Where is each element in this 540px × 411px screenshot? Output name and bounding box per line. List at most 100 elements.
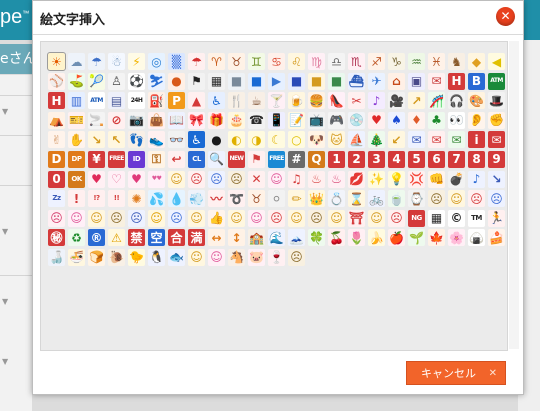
emoji-karaoke-icon[interactable]: ♪ [368, 92, 385, 110]
emoji-confounded-face-icon[interactable]: ☹ [308, 209, 325, 227]
emoji-number-0-icon[interactable]: 0 [48, 170, 65, 188]
emoji-arrow-back-icon[interactable]: ◀ [488, 53, 505, 70]
emoji-angry-face-icon[interactable]: ☹ [188, 170, 205, 188]
emoji-number-4-icon[interactable]: 4 [388, 150, 405, 168]
emoji-up-right-icon[interactable]: ↗ [408, 92, 425, 110]
emoji-return-icon[interactable]: ↩ [168, 150, 185, 168]
emoji-i-mode-mail-icon[interactable]: ✉ [488, 131, 505, 149]
emoji-ear-icon[interactable]: 👂 [468, 111, 485, 129]
emoji-clear-icon[interactable]: CL [188, 150, 205, 168]
emoji-fast-food-icon[interactable]: 🍔 [308, 92, 325, 110]
emoji-cherry-blossom-icon[interactable]: 🌸 [448, 229, 465, 247]
emoji-mobile-q-icon[interactable]: Q [308, 150, 325, 168]
emoji-runner-icon[interactable]: 🏃 [488, 209, 505, 227]
emoji-beauty-salon-icon[interactable]: ✂ [348, 92, 365, 110]
emoji-gas-station-icon[interactable]: ⛽ [148, 92, 165, 110]
emoji-cake-icon[interactable]: 🍰 [488, 229, 505, 247]
emoji-toilet-icon[interactable]: ♿ [208, 92, 225, 110]
emoji-paid-icon[interactable]: ¥ [88, 150, 105, 168]
emoji-full-moon-icon[interactable]: ○ [288, 131, 305, 149]
emoji-golf-icon[interactable]: ⛳ [68, 72, 85, 90]
emoji-new-icon[interactable]: NEW [228, 150, 245, 168]
emoji-shinkansen-icon[interactable]: ▶ [268, 72, 285, 90]
emoji-aries-icon[interactable]: ♈ [208, 53, 225, 70]
emoji-heart-icon[interactable]: ♥ [368, 111, 385, 129]
emoji-scorpio-icon[interactable]: ♏ [348, 53, 365, 70]
emoji-freedial-icon[interactable]: FREE [268, 150, 285, 168]
emoji-persevere-face-icon[interactable]: ☹ [108, 209, 125, 227]
emoji-leo-icon[interactable]: ♌ [288, 53, 305, 70]
emoji-dog-icon[interactable]: 🐶 [308, 131, 325, 149]
emoji-memo-icon[interactable]: 📝 [288, 111, 305, 129]
emoji-pouting-face-icon[interactable]: ☹ [48, 209, 65, 227]
emoji-shrine-icon[interactable]: ⛩ [348, 209, 365, 227]
emoji-tongue-face-icon[interactable]: ☺ [88, 209, 105, 227]
emoji-beating-heart-icon[interactable]: ♡ [108, 170, 125, 188]
emoji-birthday-icon[interactable]: 🎂 [228, 111, 245, 129]
emoji-smoking-icon[interactable]: 🚬 [88, 111, 105, 129]
emoji-tent-icon[interactable]: ⛺ [48, 111, 65, 129]
emoji-rv-icon[interactable]: ■ [308, 72, 325, 90]
emoji-watch-icon[interactable]: ⌚ [408, 190, 425, 208]
emoji-amusement-icon[interactable]: 🎢 [428, 92, 445, 110]
emoji-crescent-moon-icon[interactable]: ☾ [268, 131, 285, 149]
emoji-pass-icon[interactable]: 合 [168, 229, 185, 247]
emoji-fog-icon[interactable]: ▒ [168, 53, 185, 70]
emoji-snowman-icon[interactable]: ☃ [108, 53, 125, 70]
emoji-black-heart-icon[interactable]: ♥ [88, 170, 105, 188]
emoji-left-right-arrow-icon[interactable]: ↔ [208, 229, 225, 247]
emoji-wheelchair-icon[interactable]: ♿ [188, 131, 205, 149]
emoji-camera-icon[interactable]: 📷 [128, 111, 145, 129]
emoji-post-office-icon[interactable]: ✉ [428, 72, 445, 90]
emoji-down-left-icon[interactable]: ↙ [388, 131, 405, 149]
emoji-cd-icon[interactable]: 💿 [348, 111, 365, 129]
emoji-school-icon[interactable]: 🏫 [248, 229, 265, 247]
emoji-thinking-face-icon[interactable]: ☹ [428, 190, 445, 208]
emoji-grin-face-icon[interactable]: ☺ [288, 209, 305, 227]
emoji-christmas-icon[interactable]: 🎄 [368, 131, 385, 149]
emoji-dash-icon[interactable]: 💨 [188, 190, 205, 208]
emoji-penguin-icon[interactable]: 🐧 [148, 248, 165, 266]
emoji-rain-icon[interactable]: ☂ [188, 53, 205, 70]
emoji-exclamation-question-icon[interactable]: !? [88, 190, 105, 208]
emoji-drop-icon[interactable]: 💧 [168, 190, 185, 208]
emoji-pig-icon[interactable]: 🐷 [248, 248, 265, 266]
emoji-heart-eyes-face-icon[interactable]: ☺ [368, 209, 385, 227]
emoji-libra-icon[interactable]: ♎ [328, 53, 345, 70]
emoji-ring-icon[interactable]: 💍 [328, 190, 345, 208]
emoji-shoe-icon[interactable]: 👟 [148, 131, 165, 149]
emoji-shirt-icon[interactable]: ⚪ [268, 190, 285, 208]
emoji-wave-icon[interactable]: 🌊 [268, 229, 285, 247]
emoji-hot-spring-icon[interactable]: ♨ [308, 170, 325, 188]
emoji-art-icon[interactable]: 🎨 [468, 92, 485, 110]
emoji-cloud-icon[interactable]: ☁ [68, 53, 85, 70]
emoji-disappointed-face-icon[interactable]: ☹ [208, 170, 225, 188]
emoji-copyright-icon[interactable]: © [448, 209, 465, 227]
chevron-down-icon[interactable]: ▼ [2, 357, 8, 366]
emoji-boutique-icon[interactable]: 👠 [328, 92, 345, 110]
close-icon[interactable]: ✕ [496, 7, 515, 26]
emoji-fearful-face-icon[interactable]: ☹ [128, 209, 145, 227]
emoji-idea-icon[interactable]: 💡 [388, 170, 405, 188]
emoji-prohibited-icon[interactable]: 禁 [128, 229, 145, 247]
emoji-checkered-flag-icon[interactable]: ⚑ [188, 72, 205, 90]
emoji-moneybag-2-icon[interactable]: ♉ [248, 190, 265, 208]
chevron-down-icon[interactable]: ▼ [2, 227, 8, 236]
emoji-joy-face-icon[interactable]: ☺ [188, 209, 205, 227]
emoji-recycle-icon[interactable]: ♻ [68, 229, 85, 247]
emoji-sparkle-icon[interactable]: ✨ [368, 170, 385, 188]
emoji-search-icon[interactable]: 🔍 [208, 150, 225, 168]
emoji-smile-face-icon[interactable]: ☺ [228, 209, 245, 227]
emoji-trademark-icon[interactable]: TM [468, 209, 485, 227]
emoji-house-icon[interactable]: ⌂ [388, 72, 405, 90]
emoji-up-left-icon[interactable]: ↖ [108, 131, 125, 149]
emoji-airplane-icon[interactable]: ✈ [368, 72, 385, 90]
emoji-subway-icon[interactable]: ■ [248, 72, 265, 90]
emoji-ng-icon[interactable]: NG [408, 209, 425, 227]
emoji-cafe-icon[interactable]: ☕ [248, 92, 265, 110]
emoji-sad-face-icon[interactable]: ☹ [228, 170, 245, 188]
emoji-dizzy-face-icon[interactable]: ✕ [248, 170, 265, 188]
emoji-hearts-icon[interactable]: ♥♥ [148, 170, 165, 188]
emoji-curly-loop-icon[interactable]: ➰ [228, 190, 245, 208]
chevron-down-icon[interactable]: ▼ [2, 297, 8, 306]
